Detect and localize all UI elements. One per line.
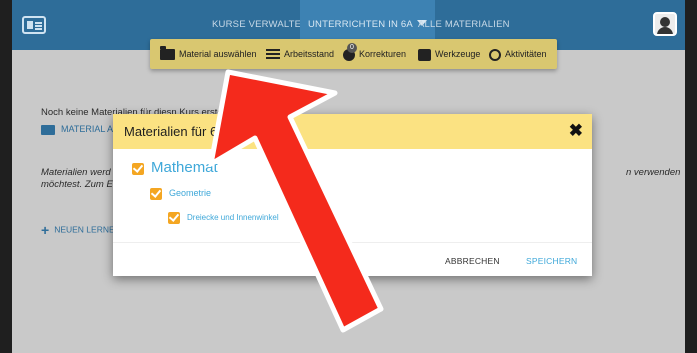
teaching-submenu: Material auswählen Arbeitsstand 0 Korrekt… <box>150 39 557 69</box>
submenu-material-auswaehlen[interactable]: Material auswählen <box>160 39 257 69</box>
dialog-divider <box>113 242 592 243</box>
submenu-aktivitaeten-label: Aktivitäten <box>505 49 547 59</box>
dialog-title: Materialien für 6a <box>124 124 225 139</box>
checkbox-mathematik[interactable] <box>132 163 144 175</box>
submenu-werkzeuge[interactable]: Werkzeuge <box>418 39 480 69</box>
comments-icon: 0 <box>343 42 357 61</box>
close-icon[interactable]: ✖ <box>569 121 583 141</box>
tree-item-mathematik[interactable]: Mathemat <box>151 159 218 176</box>
submenu-korrekturen-label: Korrekturen <box>359 49 407 59</box>
new-learning-label: NEUEN LERNE <box>54 224 115 235</box>
info-right-fragment: n verwenden <box>626 167 681 178</box>
tree-item-geometrie[interactable]: Geometrie <box>169 188 211 198</box>
dialog-header: Materialien für 6a ✖ <box>113 114 592 149</box>
plus-icon: + <box>41 222 50 238</box>
history-icon <box>489 48 501 61</box>
folder-open-icon <box>160 46 175 61</box>
material-button[interactable]: MATERIAL AU <box>41 124 120 135</box>
submenu-korrekturen[interactable]: 0 Korrekturen <box>343 39 406 69</box>
save-button[interactable]: SPEICHERN <box>526 256 577 266</box>
material-button-label: MATERIAL AU <box>61 124 120 134</box>
cancel-button[interactable]: ABBRECHEN <box>445 256 500 266</box>
materials-dialog: Materialien für 6a ✖ Mathemat Geometrie … <box>113 114 592 276</box>
submenu-arbeitsstand[interactable]: Arbeitsstand <box>266 39 334 69</box>
frame-edge-left <box>0 0 12 353</box>
submenu-aktivitaeten[interactable]: Aktivitäten <box>489 39 547 69</box>
submenu-material-label: Material auswählen <box>179 49 257 59</box>
id-card-icon[interactable] <box>22 16 46 34</box>
checkbox-geometrie[interactable] <box>150 188 162 200</box>
screen-frame: KURSE VERWALTEN UNTERRICHTEN IN 6A ALLE … <box>0 0 697 353</box>
new-learning-button[interactable]: + NEUEN LERNE <box>41 222 115 238</box>
tree-item-dreiecke[interactable]: Dreiecke und Innenwinkel <box>187 213 279 222</box>
submenu-arbeitsstand-label: Arbeitsstand <box>284 49 335 59</box>
checkbox-dreiecke[interactable] <box>168 212 180 224</box>
user-avatar[interactable] <box>653 12 677 36</box>
nav-unterrichten-label: UNTERRICHTEN IN 6A <box>308 19 413 30</box>
folder-icon <box>41 124 55 135</box>
puzzle-icon <box>418 48 431 61</box>
submenu-werkzeuge-label: Werkzeuge <box>435 49 481 59</box>
list-icon <box>266 48 280 61</box>
korrekturen-count-badge: 0 <box>347 42 357 53</box>
frame-edge-right <box>685 0 697 353</box>
